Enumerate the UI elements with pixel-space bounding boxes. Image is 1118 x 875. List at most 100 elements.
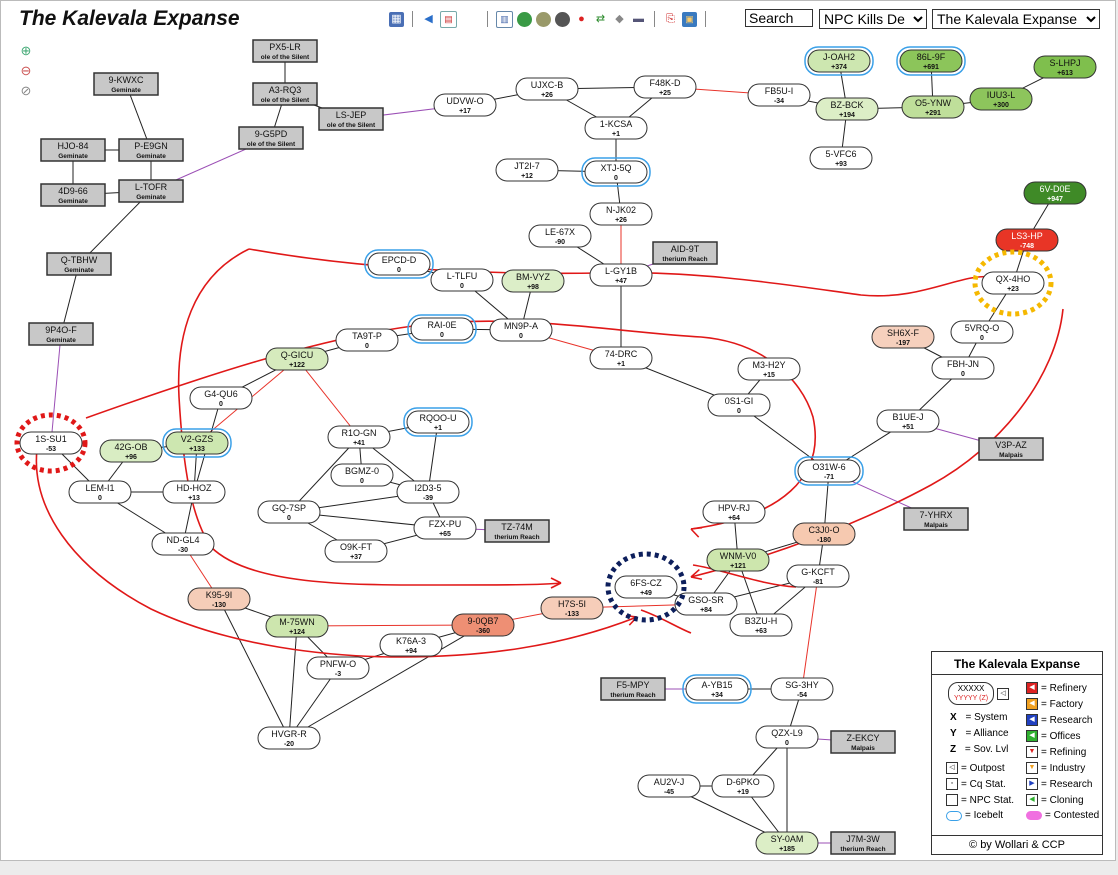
system-node[interactable]: HJO-84 Geminate	[40, 138, 106, 162]
planet-icon[interactable]	[536, 11, 551, 27]
cube-icon[interactable]: ◆	[612, 12, 627, 27]
system-node[interactable]: 1S-SU1 -53	[19, 431, 83, 455]
system-node[interactable]: L-TOFR Geminate	[118, 179, 184, 203]
system-node[interactable]: LE-67X -90	[528, 224, 592, 248]
system-node[interactable]: G-KCFT -81	[786, 564, 850, 588]
system-node[interactable]: 9-KWXC Geminate	[93, 72, 159, 96]
system-node[interactable]: BGMZ-0 0	[330, 463, 394, 487]
system-node[interactable]: PX5-LR ole of the Silent	[252, 39, 318, 63]
system-node[interactable]: TZ-74M therium Reach	[484, 519, 550, 543]
route-icon[interactable]: ⇄	[593, 12, 608, 27]
system-node[interactable]: EPCD-D 0	[364, 249, 434, 279]
system-node[interactable]: UJXC-B +26	[515, 77, 579, 101]
system-node[interactable]: 86L-9F +691	[896, 46, 966, 76]
system-node[interactable]: J-OAH2 +374	[804, 46, 874, 76]
system-node[interactable]: 4D9-66 Geminate	[40, 183, 106, 207]
system-node[interactable]: QZX-L9 0	[755, 725, 819, 749]
table-icon[interactable]: ▥	[496, 10, 513, 28]
system-node[interactable]: JT2I-7 +12	[495, 158, 559, 182]
system-node[interactable]: V3P-AZ Malpais	[978, 437, 1044, 461]
system-node[interactable]: LS3-HP -748	[995, 228, 1059, 252]
moon-icon[interactable]	[555, 11, 570, 27]
system-node[interactable]: AID-9T therium Reach	[652, 241, 718, 265]
system-node[interactable]: HPV-RJ +64	[702, 500, 766, 524]
system-node[interactable]: MN9P-A 0	[489, 318, 553, 342]
system-node[interactable]: QX-4HO +23	[981, 271, 1045, 295]
system-node[interactable]: LS-JEP ole of the Silent	[318, 107, 384, 131]
system-node[interactable]: R1O-GN +41	[327, 425, 391, 449]
system-node[interactable]: SG-3HY -54	[770, 677, 834, 701]
system-node[interactable]: TA9T-P 0	[335, 328, 399, 352]
system-node[interactable]: 9-0QB7 -360	[451, 613, 515, 637]
system-node[interactable]: A-YB15 +34	[682, 674, 752, 704]
system-node[interactable]: WNM-V0 +121	[706, 548, 770, 572]
region-select[interactable]: The Kalevala Expanse	[932, 9, 1100, 29]
system-node[interactable]: B1UE-J +51	[876, 409, 940, 433]
image-icon[interactable]: ▣	[682, 11, 697, 27]
system-node[interactable]: M3-H2Y +15	[737, 357, 801, 381]
system-node[interactable]: 9-G5PD ole of the Silent	[238, 126, 304, 150]
truck-icon[interactable]: ▬	[631, 12, 646, 27]
system-node[interactable]: RQOO-U +1	[403, 407, 473, 437]
search-input[interactable]	[745, 9, 813, 27]
system-node[interactable]: P-E9GN Geminate	[118, 138, 184, 162]
system-node[interactable]: S-LHPJ +613	[1033, 55, 1097, 79]
system-node[interactable]: M-75WN +124	[265, 614, 329, 638]
system-node[interactable]: 5-VFC6 +93	[809, 146, 873, 170]
system-node[interactable]: HVGR-R -20	[257, 726, 321, 750]
pdf-icon[interactable]: ⎘	[663, 12, 678, 27]
system-node[interactable]: 5VRQ-O 0	[950, 320, 1014, 344]
system-node[interactable]: AU2V-J -45	[637, 774, 701, 798]
map-icon[interactable]: ▦	[389, 11, 404, 27]
system-node[interactable]: SH6X-F -197	[871, 325, 935, 349]
system-node[interactable]: BM-VYZ +98	[501, 269, 565, 293]
system-node[interactable]: J7M-3W therium Reach	[830, 831, 896, 855]
system-node[interactable]: XTJ-5Q 0	[581, 157, 651, 187]
system-node[interactable]: IUU3-L +300	[969, 87, 1033, 111]
system-node[interactable]: O5-YNW +291	[901, 95, 965, 119]
system-node[interactable]: PNFW-O -3	[306, 656, 370, 680]
system-node[interactable]: G4-QU6 0	[189, 386, 253, 410]
system-node[interactable]: 7-YHRX Malpais	[903, 507, 969, 531]
system-node[interactable]: A3-RQ3 ole of the Silent	[252, 82, 318, 106]
system-node[interactable]: Q-GICU +122	[265, 347, 329, 371]
system-node[interactable]: F48K-D +25	[633, 75, 697, 99]
system-node[interactable]: B3ZU-H +63	[729, 613, 793, 637]
system-node[interactable]: F5-MPY therium Reach	[600, 677, 666, 701]
system-node[interactable]: Q-TBHW Geminate	[46, 252, 112, 276]
system-node[interactable]: Z-EKCY Malpais	[830, 730, 896, 754]
pin-icon[interactable]: ●	[574, 12, 589, 27]
system-node[interactable]: 42G-OB +96	[99, 439, 163, 463]
system-node[interactable]: O31W-6 -71	[794, 456, 864, 486]
system-node[interactable]: BZ-BCK +194	[815, 97, 879, 121]
system-node[interactable]: C3J0-O -180	[792, 522, 856, 546]
system-node[interactable]: 6FS-CZ +49	[614, 575, 678, 599]
system-node[interactable]: L-TLFU 0	[430, 268, 494, 292]
back-icon[interactable]: ◀	[421, 12, 436, 27]
system-node[interactable]: K76A-3 +94	[379, 633, 443, 657]
system-node[interactable]: I2D3-5 -39	[396, 480, 460, 504]
globe-icon[interactable]	[517, 11, 532, 27]
system-node[interactable]: FZX-PU +65	[413, 516, 477, 540]
system-node[interactable]: 74-DRC +1	[589, 346, 653, 370]
system-node[interactable]: D-6PKO +19	[711, 774, 775, 798]
system-node[interactable]: V2-GZS +133	[162, 428, 232, 458]
system-node[interactable]: SY-0AM +185	[755, 831, 819, 855]
system-node[interactable]: GQ-7SP 0	[257, 500, 321, 524]
system-node[interactable]: N-JK02 +26	[589, 202, 653, 226]
system-node[interactable]: LEM-I1 0	[68, 480, 132, 504]
system-node[interactable]: K95-9I -130	[187, 587, 251, 611]
system-node[interactable]: 1-KCSA +1	[584, 116, 648, 140]
system-node[interactable]: UDVW-O +17	[433, 93, 497, 117]
system-node[interactable]: L-GY1B +47	[589, 263, 653, 287]
system-node[interactable]: O9K-FT +37	[324, 539, 388, 563]
system-node[interactable]: H7S-5I -133	[540, 596, 604, 620]
system-node[interactable]: ND-GL4 -30	[151, 532, 215, 556]
system-node[interactable]: 6V-D0E +947	[1023, 181, 1087, 205]
system-node[interactable]: FB5U-I -34	[747, 83, 811, 107]
mode-select[interactable]: NPC Kills De	[819, 9, 927, 29]
system-node[interactable]: FBH-JN 0	[931, 356, 995, 380]
system-node[interactable]: 9P4O-F Geminate	[28, 322, 94, 346]
system-node[interactable]: RAI-0E 0	[407, 314, 477, 344]
system-node[interactable]: HD-HOZ +13	[162, 480, 226, 504]
